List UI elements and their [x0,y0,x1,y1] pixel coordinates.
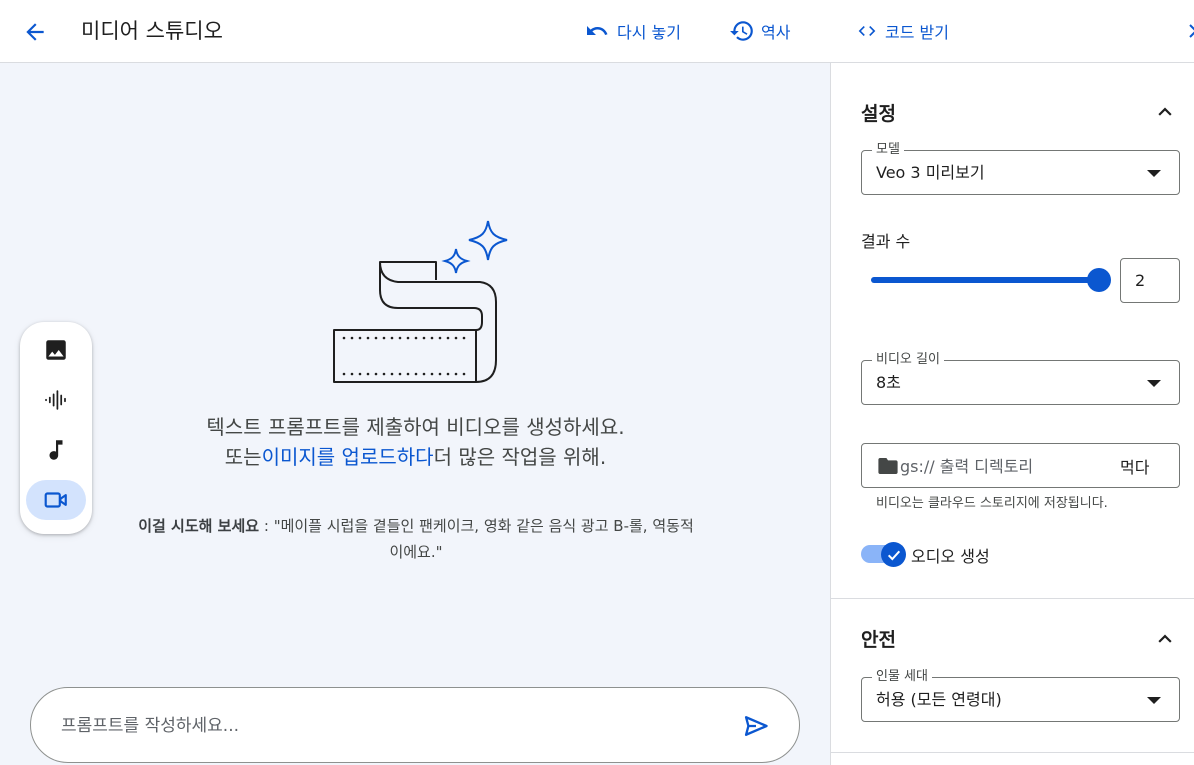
prompt-input[interactable] [61,712,701,740]
video-mode-button[interactable] [26,480,86,520]
send-button[interactable] [739,709,773,743]
upload-suffix: 더 많은 작업을 위해. [433,445,607,469]
model-value: Veo 3 미리보기 [876,163,985,182]
audio-generation-label: 오디오 생성 [911,547,990,566]
example-prompt-suggestion[interactable]: 이걸 시도해 보세요 : "메이플 시럽을 곁들인 팬케이크, 영화 같은 음식… [136,513,696,565]
safety-collapse-button[interactable] [1153,627,1177,651]
audio-generation-toggle[interactable] [861,542,906,567]
upload-image-link[interactable]: 이미지를 업로드하다 [262,445,434,469]
panel-top-bar: 코드 받기 [831,0,1194,63]
output-directory-input[interactable] [900,454,1100,478]
video-length-select[interactable]: 비디오 길이 8초 [861,352,1180,405]
toggle-knob [881,542,906,567]
audio-waveform-icon [45,390,66,410]
chevron-up-icon [1158,107,1172,116]
try-label: 이걸 시도해 보세요 [138,517,260,535]
empty-state-message: 텍스트 프롬프트를 제출하여 비디오를 생성하세요. [206,415,625,439]
film-reel-illustration [333,220,508,383]
prompt-box [30,687,800,763]
model-select[interactable]: 모델 Veo 3 미리보기 [861,142,1180,195]
section-divider [831,752,1194,753]
upload-prefix: 또는 [224,445,262,469]
result-count-label: 결과 수 [861,232,911,251]
main-area: 미디어 스튜디오 다시 놓기 역사 텍스트 프롬프트를 제출하여 비디오를 생성… [0,0,831,765]
send-icon [744,716,768,736]
output-storage-field: 먹다 [861,443,1180,488]
code-icon [858,26,876,36]
history-button[interactable]: 역사 [729,17,790,45]
settings-section-title: 설정 [861,103,896,125]
get-code-label: 코드 받기 [885,23,949,42]
section-divider [831,598,1194,599]
undo-icon [587,26,608,35]
person-generation-label: 인물 세대 [872,669,932,685]
dropdown-arrow-icon [1147,170,1161,177]
image-icon [46,340,66,360]
slider-fill [871,277,1099,283]
chevron-up-icon [1158,634,1172,643]
dropdown-arrow-icon [1147,380,1161,387]
empty-state-upload-line: 또는이미지를 업로드하다더 많은 작업을 위해. [0,442,831,472]
model-label: 모델 [872,142,904,158]
folder-icon [878,458,898,474]
result-count-input[interactable] [1120,258,1180,303]
storage-hint: 비디오는 클라우드 스토리지에 저장됩니다. [876,496,1108,511]
videocam-icon [44,492,67,508]
arrow-back-icon [26,23,44,41]
dropdown-arrow-icon [1147,697,1161,704]
result-count-slider[interactable] [871,266,1111,294]
page-title: 미디어 스튜디오 [81,19,223,43]
try-separator: : [259,517,274,535]
top-bar: 미디어 스튜디오 다시 놓기 역사 [0,0,831,63]
replay-label: 다시 놓기 [617,23,681,42]
person-generation-select[interactable]: 인물 세대 허용 (모든 연령대) [861,669,1180,722]
settings-collapse-button[interactable] [1153,100,1177,124]
history-icon [730,21,753,41]
settings-panel: 코드 받기 설정 모델 Veo 3 미리보기 결과 수 비디오 길이 8초 [831,0,1194,765]
replay-button[interactable]: 다시 놓기 [583,17,681,45]
browse-button[interactable]: 먹다 [1120,454,1149,478]
safety-section-title: 안전 [861,629,896,651]
back-button[interactable] [20,17,50,47]
slider-thumb[interactable] [1087,268,1111,292]
person-generation-value: 허용 (모든 연령대) [876,690,1002,709]
try-example: "메이플 시럽을 곁들인 팬케이크, 영화 같은 음식 광고 B-롤, 역동적이… [273,517,694,561]
video-length-value: 8초 [876,373,901,392]
image-mode-button[interactable] [26,330,86,370]
check-icon [887,550,900,560]
video-length-label: 비디오 길이 [872,352,944,368]
get-code-button[interactable]: 코드 받기 [857,17,949,45]
chevron-right-icon [1189,24,1194,38]
collapse-panel-button[interactable] [1185,17,1194,45]
history-label: 역사 [761,23,791,42]
